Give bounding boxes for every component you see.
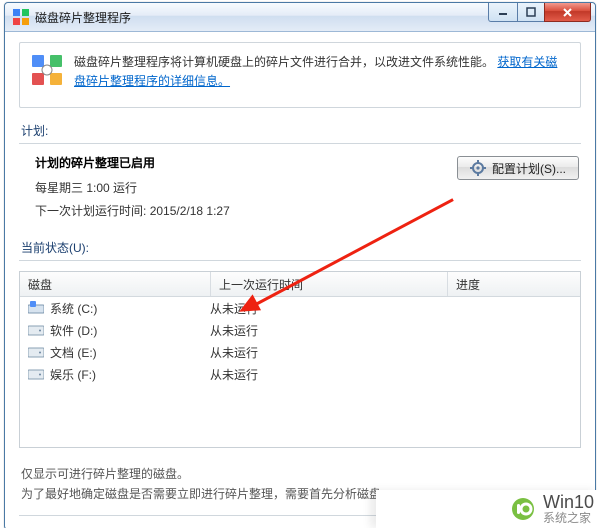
last-run: 从未运行	[202, 322, 430, 339]
watermark-brand: Win10	[543, 493, 594, 512]
col-progress[interactable]: 进度	[448, 272, 580, 296]
minimize-icon	[498, 7, 508, 17]
disk-name: 娱乐 (F:)	[50, 366, 96, 383]
configure-schedule-button[interactable]: 配置计划(S)...	[457, 156, 579, 180]
info-banner: 磁盘碎片整理程序将计算机硬盘上的碎片文件进行合并，以改进文件系统性能。 获取有关…	[19, 42, 581, 108]
plan-heading: 计划的碎片整理已启用	[35, 154, 409, 171]
system-drive-icon	[28, 301, 44, 315]
watermark-logo-icon	[511, 497, 535, 521]
drive-icon	[28, 323, 44, 337]
plan-schedule: 每星期三 1:00 运行	[35, 179, 409, 196]
maximize-button[interactable]	[517, 3, 545, 22]
drive-icon	[28, 367, 44, 381]
window-title: 磁盘碎片整理程序	[35, 9, 131, 26]
close-icon	[562, 7, 573, 18]
close-button[interactable]	[544, 3, 591, 22]
disk-name: 文档 (E:)	[50, 344, 97, 361]
defrag-app-icon	[13, 9, 29, 25]
table-row[interactable]: 软件 (D:) 从未运行	[20, 319, 580, 341]
divider	[19, 143, 581, 144]
last-run: 从未运行	[202, 300, 430, 317]
watermark: Win10 系统之家	[376, 490, 600, 528]
titlebar: 磁盘碎片整理程序	[5, 3, 595, 32]
plan-next-run: 下一次计划运行时间: 2015/2/18 1:27	[35, 202, 409, 219]
drive-icon	[28, 345, 44, 359]
table-row[interactable]: 文档 (E:) 从未运行	[20, 341, 580, 363]
last-run: 从未运行	[202, 366, 430, 383]
table-row[interactable]: 娱乐 (F:) 从未运行	[20, 363, 580, 385]
status-section-label: 当前状态(U):	[21, 239, 579, 256]
info-text: 磁盘碎片整理程序将计算机硬盘上的碎片文件进行合并，以改进文件系统性能。	[74, 55, 494, 69]
defrag-icon	[30, 53, 64, 87]
disk-list: 磁盘 上一次运行时间 进度 系统 (C:) 从未运行 软件 (D:) 从未运行	[19, 271, 581, 448]
last-run: 从未运行	[202, 344, 430, 361]
list-header: 磁盘 上一次运行时间 进度	[20, 272, 580, 297]
col-disk[interactable]: 磁盘	[20, 272, 211, 296]
col-last-run[interactable]: 上一次运行时间	[211, 272, 448, 296]
maximize-icon	[526, 7, 536, 17]
disk-name: 软件 (D:)	[50, 322, 97, 339]
plan-section-label: 计划:	[21, 122, 579, 139]
watermark-site: 系统之家	[543, 512, 594, 525]
divider	[19, 260, 581, 261]
disk-name: 系统 (C:)	[50, 300, 97, 317]
table-row[interactable]: 系统 (C:) 从未运行	[20, 297, 580, 319]
gear-icon	[470, 160, 486, 176]
minimize-button[interactable]	[488, 3, 518, 22]
